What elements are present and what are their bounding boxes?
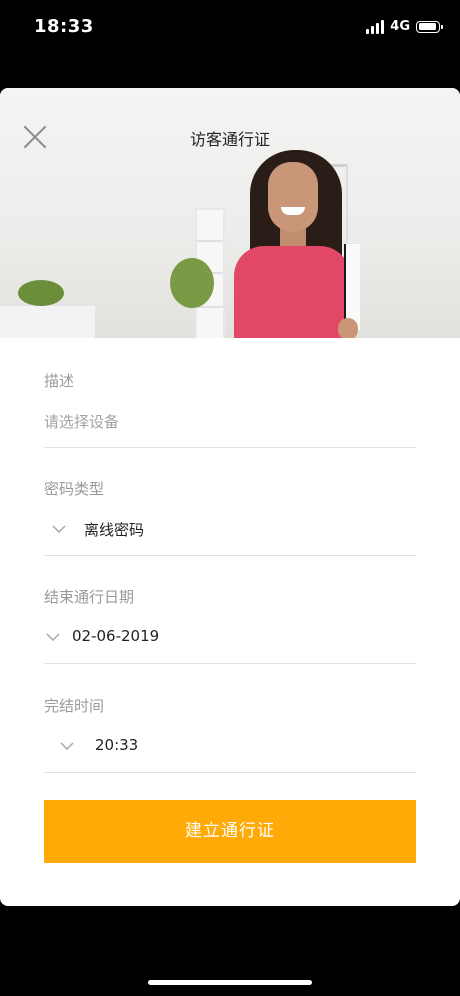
end-time-select[interactable]: 20:33	[95, 736, 138, 754]
password-type-select[interactable]: 离线密码	[84, 519, 144, 540]
status-bar: 18:33 4G	[0, 0, 460, 56]
end-date-label: 结束通行日期	[44, 588, 135, 606]
visitor-pass-card: 访客通行证 描述 请选择设备 密码类型 离线密码 结束通行日期 02-06-20…	[0, 88, 460, 906]
visitor-photo	[228, 150, 360, 338]
signal-icon	[366, 19, 385, 34]
chevron-down-icon[interactable]	[60, 742, 74, 750]
table-decoration	[0, 303, 95, 338]
chevron-down-icon[interactable]	[46, 633, 60, 641]
plant-decoration	[170, 258, 214, 308]
end-date-field[interactable]: 结束通行日期 02-06-2019	[44, 555, 416, 664]
status-time: 18:33	[34, 16, 94, 37]
status-indicators: 4G	[366, 19, 443, 34]
hero-image: 访客通行证	[0, 88, 460, 338]
device-select-input[interactable]: 请选择设备	[44, 411, 119, 432]
network-label: 4G	[390, 19, 410, 34]
end-time-field[interactable]: 完结时间 20:33	[44, 663, 416, 773]
create-pass-button[interactable]: 建立通行证	[44, 800, 416, 863]
password-type-field[interactable]: 密码类型 离线密码	[44, 447, 416, 556]
end-date-select[interactable]: 02-06-2019	[72, 627, 159, 645]
home-indicator[interactable]	[148, 980, 312, 985]
password-type-label: 密码类型	[44, 480, 105, 498]
end-time-label: 完结时间	[44, 697, 105, 715]
plant-decoration	[18, 280, 64, 306]
page-title: 访客通行证	[189, 130, 270, 149]
battery-icon	[416, 20, 443, 33]
description-label: 描述	[44, 372, 75, 390]
chevron-down-icon[interactable]	[52, 525, 66, 533]
description-field[interactable]: 描述 请选择设备	[44, 338, 416, 448]
